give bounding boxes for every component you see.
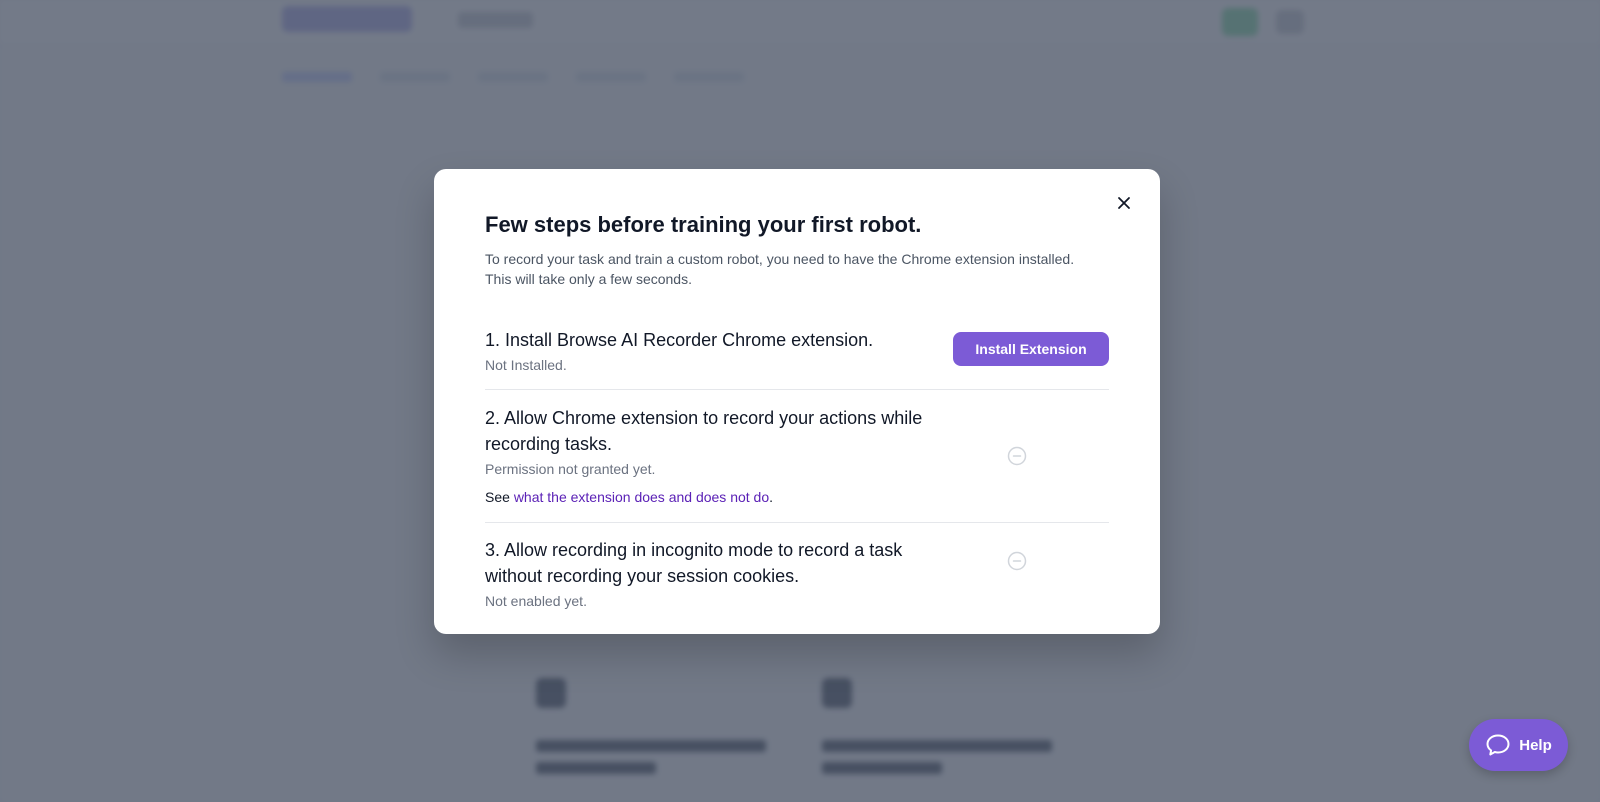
- modal-description-line: This will take only a few seconds.: [485, 271, 692, 287]
- step-title: 3. Allow recording in incognito mode to …: [485, 540, 903, 586]
- step-allow-incognito: 3. Allow recording in incognito mode to …: [485, 523, 1109, 633]
- step-note: See what the extension does and does not…: [485, 489, 774, 505]
- pending-minus-circle-icon: [1007, 551, 1027, 571]
- modal-description: To record your task and train a custom r…: [485, 249, 1109, 289]
- extension-info-link[interactable]: what the extension does and does not do: [514, 489, 769, 505]
- help-label: Help: [1519, 736, 1552, 754]
- step-status: Not Installed.: [485, 357, 567, 373]
- step-status: Permission not granted yet.: [485, 461, 656, 477]
- onboarding-modal: Few steps before training your first rob…: [434, 169, 1160, 634]
- modal-title: Few steps before training your first rob…: [485, 212, 922, 237]
- step-status: Not enabled yet.: [485, 593, 587, 609]
- step-title: 1. Install Browse AI Recorder Chrome ext…: [485, 330, 874, 350]
- modal-description-line: To record your task and train a custom r…: [485, 251, 1075, 267]
- step-allow-recording: 2. Allow Chrome extension to record your…: [485, 390, 1109, 523]
- pending-minus-circle-icon: [1007, 446, 1027, 466]
- install-extension-button[interactable]: Install Extension: [953, 332, 1109, 366]
- step-title: 2. Allow Chrome extension to record your…: [485, 408, 923, 454]
- step-install-extension: 1. Install Browse AI Recorder Chrome ext…: [485, 327, 1109, 390]
- help-button[interactable]: Help: [1469, 719, 1568, 771]
- close-button[interactable]: [1110, 189, 1138, 217]
- steps-list: 1. Install Browse AI Recorder Chrome ext…: [485, 327, 1109, 633]
- close-icon: [1118, 197, 1130, 209]
- chat-bubble-icon: [1486, 734, 1510, 756]
